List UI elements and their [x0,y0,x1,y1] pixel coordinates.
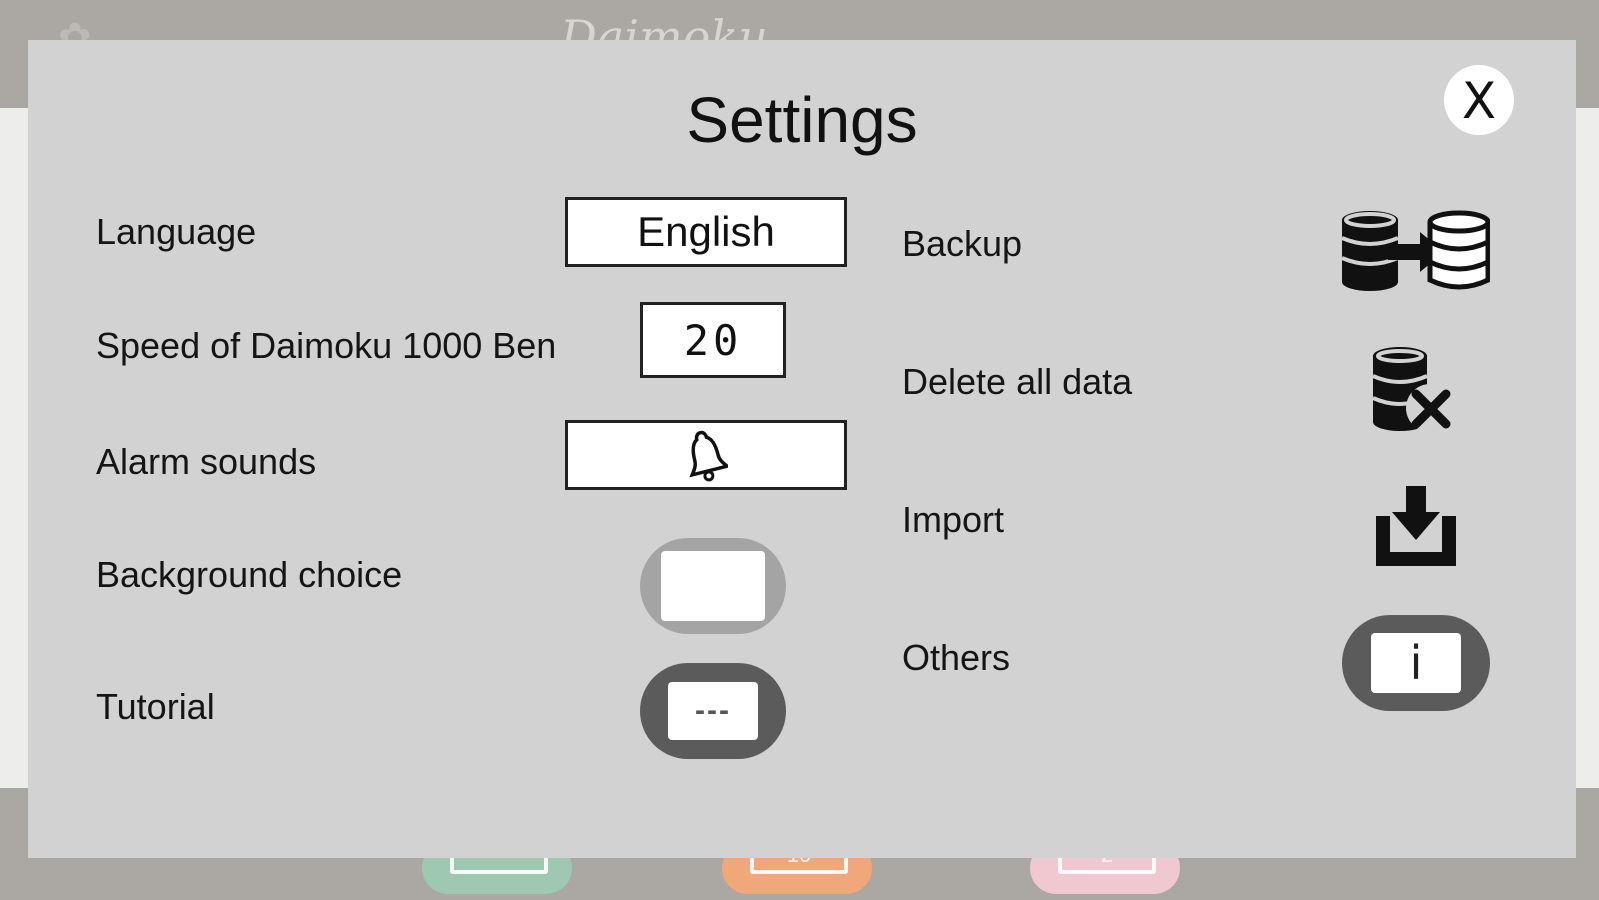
bell-icon [689,430,728,482]
info-icon: i [1371,633,1461,693]
settings-dialog: Settings X Language English Speed of Dai… [28,40,1576,858]
import-label: Import [902,499,1005,540]
speed-input[interactable]: 20 [640,302,786,378]
others-button[interactable]: i [1342,615,1490,711]
speed-label: Speed of Daimoku 1000 Ben [96,325,557,366]
alarm-sound-button[interactable] [565,420,847,490]
background-preview [661,551,765,621]
tutorial-screen: --- [668,682,758,740]
tutorial-label: Tutorial [96,686,215,727]
alarm-label: Alarm sounds [96,441,317,482]
dialog-title: Settings [686,84,918,156]
download-tray-icon [1376,486,1456,566]
language-label: Language [96,211,257,252]
background-choice-label: Background choice [96,554,403,595]
backup-button[interactable] [1340,210,1491,294]
delete-all-data-button[interactable] [1372,346,1456,434]
language-select[interactable]: English [565,197,847,267]
others-label: Others [902,637,1011,678]
close-button[interactable]: X [1444,65,1514,135]
tutorial-button[interactable]: --- [640,663,786,759]
database-delete-icon [1372,347,1454,432]
database-transfer-icon [1341,210,1491,291]
background-choice-button[interactable] [640,538,786,634]
import-button[interactable] [1372,486,1460,570]
backup-label: Backup [902,223,1023,264]
delete-all-data-label: Delete all data [902,361,1133,402]
